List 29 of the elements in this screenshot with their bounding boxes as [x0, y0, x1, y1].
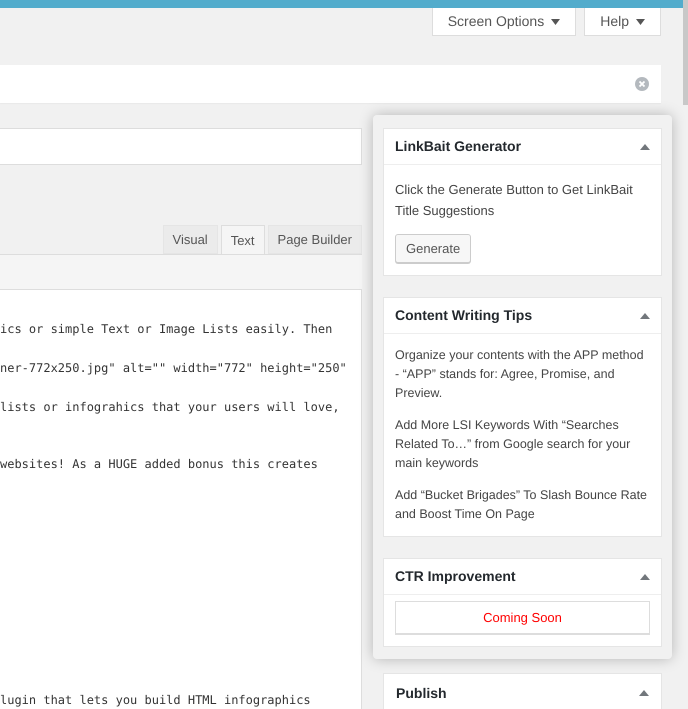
widget-title: Content Writing Tips [395, 306, 532, 325]
tip-text: Add “Bucket Brigades” To Slash Bounce Rate and Boost Time On Page [395, 487, 648, 523]
dropdown-button[interactable]: Help [584, 8, 661, 36]
caret-icon [551, 18, 560, 24]
editor-tab[interactable]: Page Builder [268, 225, 362, 254]
collapse-arrow-icon[interactable] [640, 312, 650, 318]
collapse-arrow-icon[interactable] [639, 690, 649, 696]
coming-soon-notice: Coming Soon [395, 601, 650, 634]
caret-icon [636, 18, 645, 24]
text-editor[interactable] [0, 290, 362, 709]
scrollbar[interactable] [683, 0, 688, 105]
widget-title: CTR Improvement [395, 567, 516, 586]
title-field[interactable] [0, 128, 362, 165]
widget-title: Publish [396, 684, 447, 702]
tip-text: Organize your contents with the APP method - “APP” stands for: Agree, Promise, and Preview. [395, 347, 645, 402]
tip-text: Add More LSI Keywords With “Searches Related To…” from Google search for your main keywords [395, 417, 632, 472]
generate-button[interactable]: Generate [395, 234, 472, 263]
code-line: ics or simple Text or Image Lists easily. Then [0, 321, 334, 338]
code-line: ner-772x250.jpg" alt="" width="772" height="250" [0, 360, 348, 377]
collapse-arrow-icon[interactable] [640, 574, 650, 580]
editor-tab[interactable]: Visual [162, 225, 218, 254]
code-line: lists or infograhics that your users will love, [0, 399, 341, 416]
widget-description: Click the Generate Button to Get LinkBait Title Suggestions [395, 181, 634, 220]
code-line: websites! As a HUGE added bonus this creates [0, 456, 319, 473]
collapse-arrow-icon[interactable] [640, 144, 650, 150]
code-line: lugin that lets you build HTML infographics [0, 693, 312, 708]
widget-title: LinkBait Generator [395, 137, 522, 156]
dropdown-button[interactable]: Screen Options [432, 8, 576, 36]
editor-tab[interactable]: Text [220, 225, 265, 255]
